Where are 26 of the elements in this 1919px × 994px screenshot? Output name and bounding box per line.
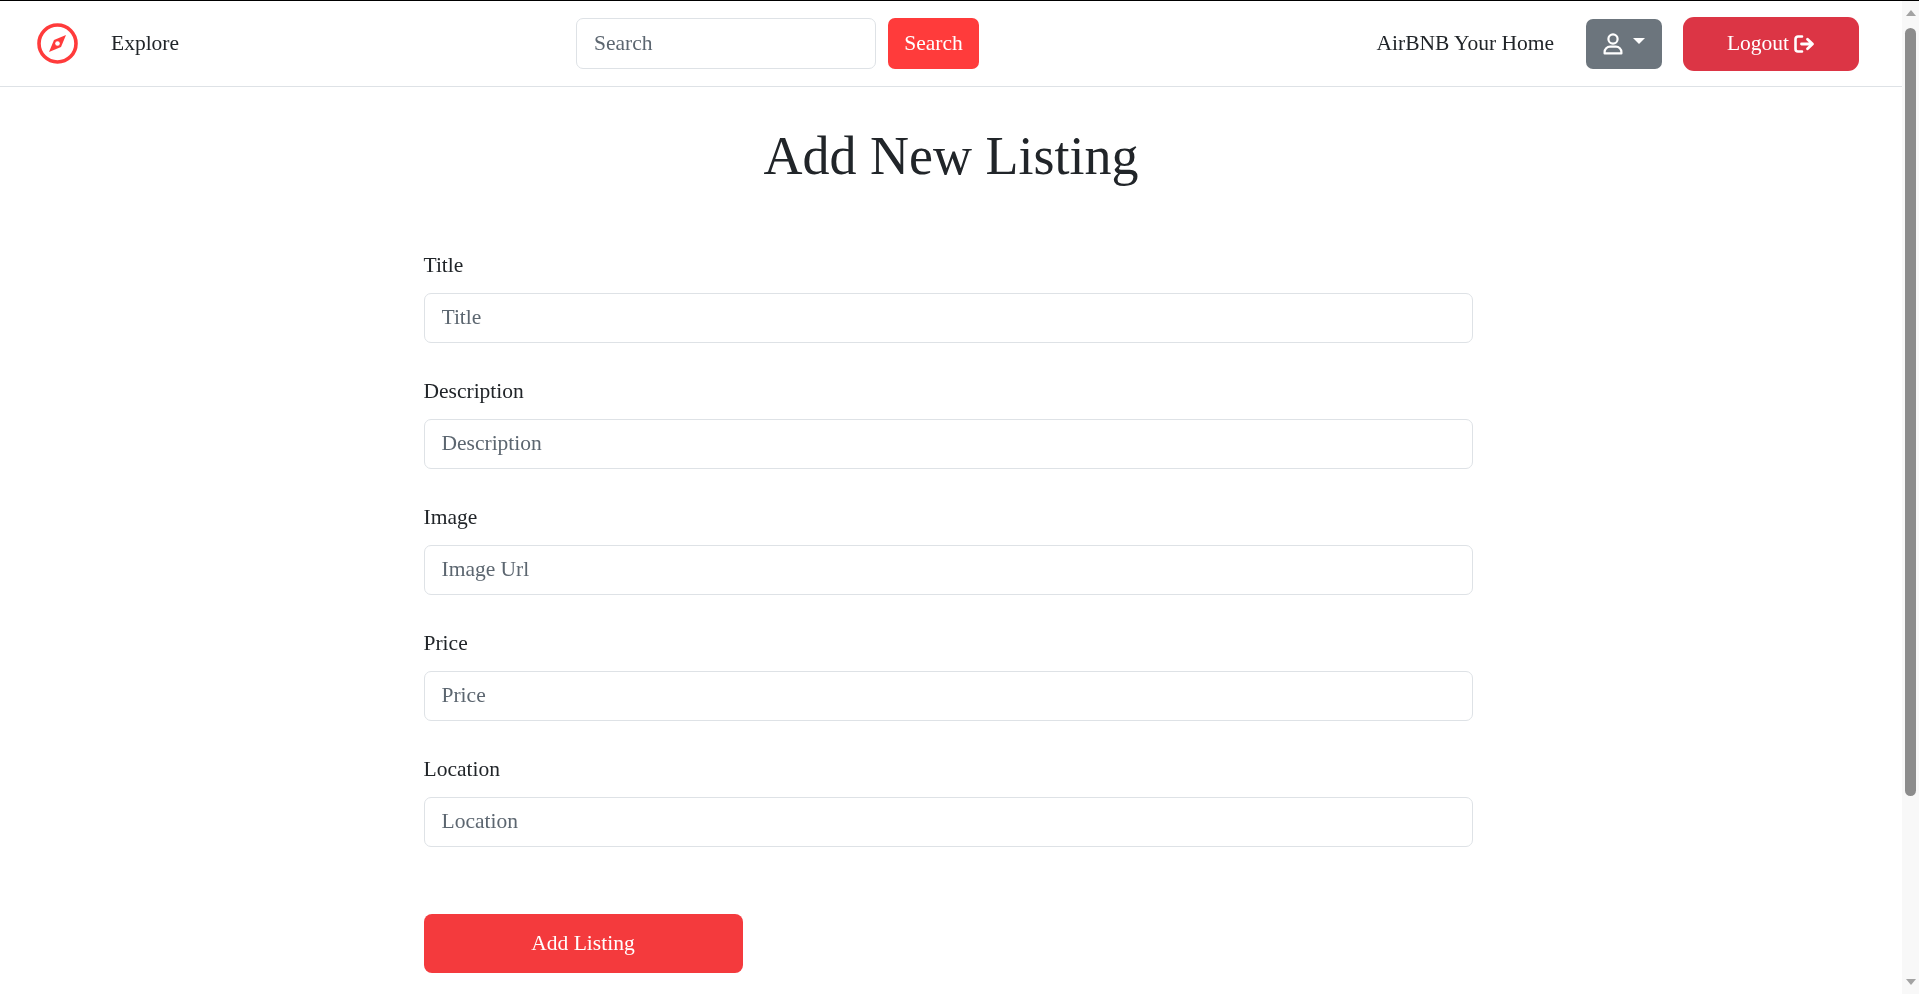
logout-button[interactable]: Logout: [1683, 16, 1859, 71]
field-label: Description: [423, 377, 524, 405]
input-field[interactable]: Price: [423, 670, 1473, 721]
add-listing-button[interactable]: Add Listing: [423, 913, 743, 973]
page-heading: Add New Listing: [763, 125, 1139, 188]
field-label: Location: [423, 755, 500, 783]
scroll-up-arrow-icon[interactable]: [1905, 10, 1916, 16]
field-label: Price: [423, 629, 468, 657]
input-field[interactable]: Title: [423, 292, 1473, 343]
scrollbar-thumb[interactable]: [1905, 28, 1916, 796]
field-label: Image: [423, 503, 478, 531]
user-menu-button[interactable]: [1586, 18, 1662, 69]
person-icon: [1603, 32, 1623, 55]
scrollbar[interactable]: [1902, 1, 1919, 994]
compass-icon[interactable]: [37, 23, 78, 64]
search-field[interactable]: Search: [576, 18, 877, 69]
logout-icon: [1794, 34, 1816, 53]
input-field[interactable]: Location: [423, 796, 1473, 847]
input-field[interactable]: Image Url: [423, 544, 1473, 595]
nav-link[interactable]: AirBNB Your Home: [1376, 31, 1554, 56]
explore-link[interactable]: Explore: [111, 31, 180, 56]
input-field[interactable]: Description: [423, 418, 1473, 469]
search-button[interactable]: Search: [888, 18, 980, 69]
caret-icon: [1633, 37, 1645, 44]
field-label: Title: [423, 251, 464, 279]
scroll-down-arrow-icon[interactable]: [1905, 979, 1916, 985]
